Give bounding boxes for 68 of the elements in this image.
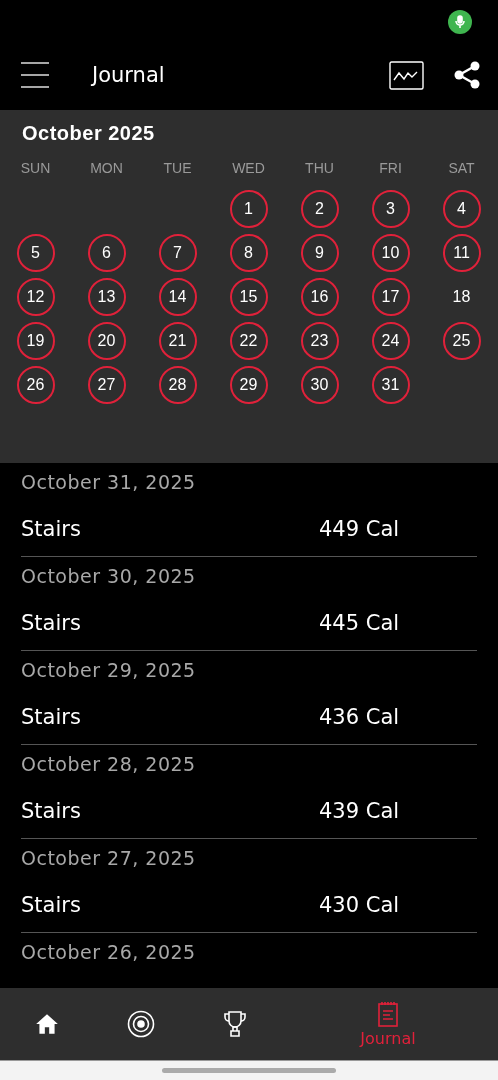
menu-button[interactable]: [20, 62, 50, 88]
weekday-label: SUN: [19, 159, 52, 178]
calendar-day[interactable]: 15: [229, 278, 268, 316]
trophy-icon: [222, 1010, 248, 1038]
calendar-day[interactable]: 9: [300, 234, 339, 272]
activity-name: Stairs: [21, 610, 82, 635]
journal-entry[interactable]: Stairs 439 Cal: [21, 783, 477, 839]
weekday-label: FRI: [378, 159, 403, 178]
date-heading: October 26, 2025: [21, 940, 197, 965]
weekday-label: MON: [89, 159, 124, 178]
calendar-day[interactable]: 11: [442, 234, 481, 272]
activity-name: Stairs: [21, 798, 82, 823]
calendar-day[interactable]: 29: [229, 366, 268, 404]
notepad-icon: [378, 1000, 398, 1027]
calendar-day[interactable]: 2: [300, 190, 339, 228]
calendar-day[interactable]: 6: [87, 234, 126, 272]
date-heading: October 27, 2025: [21, 846, 197, 871]
calendar-day[interactable]: 21: [158, 322, 197, 360]
calendar-day[interactable]: 5: [16, 234, 55, 272]
weekday-label: TUE: [162, 159, 193, 178]
weekday-label: THU: [304, 159, 335, 178]
activity-name: Stairs: [21, 704, 82, 729]
journal-entry[interactable]: Stairs 445 Cal: [21, 595, 477, 651]
calendar-day[interactable]: 25: [442, 322, 481, 360]
activity-name: Stairs: [21, 516, 82, 541]
calendar-day[interactable]: 19: [16, 322, 55, 360]
date-heading: October 29, 2025: [21, 658, 197, 683]
calendar-day[interactable]: 23: [300, 322, 339, 360]
journal-entry[interactable]: Stairs 449 Cal: [21, 501, 477, 557]
calendar-day[interactable]: 22: [229, 322, 268, 360]
calendar-day[interactable]: 1: [229, 190, 268, 228]
calorie-count: 439 Cal: [319, 798, 401, 823]
microphone-indicator-icon: [448, 10, 472, 34]
activity-name: Stairs: [21, 892, 82, 917]
date-heading: October 30, 2025: [21, 564, 197, 589]
journal-entry[interactable]: Stairs 436 Cal: [21, 689, 477, 745]
calendar-day[interactable]: 28: [158, 366, 197, 404]
calendar-day[interactable]: 27: [87, 366, 126, 404]
month-title: October 2025: [21, 122, 156, 145]
date-heading: October 31, 2025: [21, 470, 197, 495]
weekday-label: WED: [231, 159, 266, 178]
calendar-day[interactable]: 7: [158, 234, 197, 272]
calendar-day[interactable]: 14: [158, 278, 197, 316]
calorie-count: 430 Cal: [319, 892, 401, 917]
calendar-day[interactable]: 31: [371, 366, 410, 404]
journal-entry[interactable]: Stairs 430 Cal: [21, 877, 477, 933]
calendar-day[interactable]: 8: [229, 234, 268, 272]
calendar-day[interactable]: 3: [371, 190, 410, 228]
calendar-day[interactable]: 16: [300, 278, 339, 316]
calendar-day[interactable]: 24: [371, 322, 410, 360]
calendar-day[interactable]: 30: [300, 366, 339, 404]
calendar-day[interactable]: 10: [371, 234, 410, 272]
calendar-day[interactable]: 18: [442, 278, 481, 316]
calendar-day[interactable]: 4: [442, 190, 481, 228]
calendar-day[interactable]: 26: [16, 366, 55, 404]
calendar-day[interactable]: 12: [16, 278, 55, 316]
weekday-label: SAT: [447, 159, 476, 178]
page-title: Journal: [92, 63, 166, 87]
calorie-count: 436 Cal: [319, 704, 401, 729]
target-icon: [127, 1010, 155, 1038]
share-button[interactable]: [454, 61, 480, 89]
date-heading: October 28, 2025: [21, 752, 197, 777]
calorie-count: 449 Cal: [319, 516, 401, 541]
chart-button[interactable]: [389, 60, 424, 90]
calendar-day[interactable]: 20: [87, 322, 126, 360]
calorie-count: 445 Cal: [319, 610, 401, 635]
calendar-day[interactable]: 17: [371, 278, 410, 316]
calendar-day[interactable]: 13: [87, 278, 126, 316]
